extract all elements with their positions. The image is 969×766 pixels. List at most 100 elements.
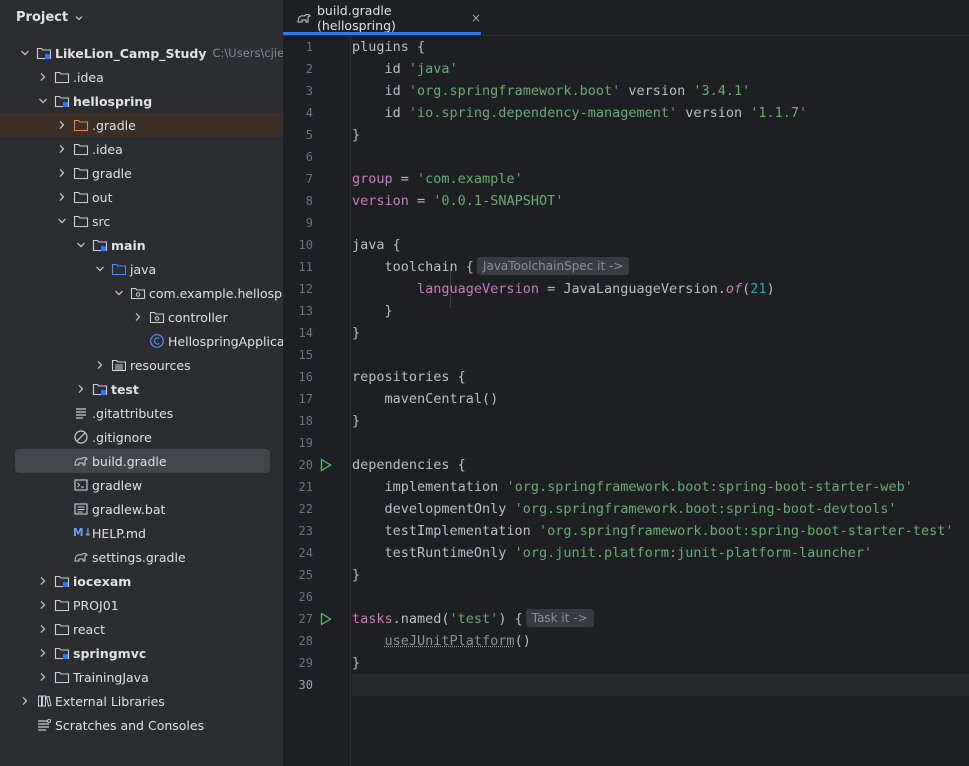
tree-item-package[interactable]: com.example.hellospring: [0, 281, 283, 305]
tree-item-dot-gradle[interactable]: .gradle: [0, 113, 283, 137]
code-token: implementation: [352, 479, 507, 495]
line-number: 13: [298, 304, 313, 318]
tree-item-label: out: [92, 189, 113, 205]
code-line: id 'org.springframework.boot' version '3…: [352, 80, 969, 102]
tree-item-help-md[interactable]: M↓ HELP.md: [0, 521, 283, 545]
code-token: }: [352, 303, 393, 319]
code-property: group: [352, 171, 393, 187]
chevron-down-icon[interactable]: [95, 264, 105, 274]
chevron-right-icon[interactable]: [38, 672, 48, 682]
chevron-down-icon[interactable]: [76, 240, 86, 250]
inlay-hint[interactable]: JavaToolchainSpec it ->: [476, 257, 630, 275]
code-token: =: [392, 171, 418, 187]
inlay-hint[interactable]: Task it ->: [525, 609, 594, 627]
code-deprecated-call: useJUnitPlatform: [384, 633, 515, 649]
chevron-right-icon[interactable]: [133, 312, 143, 322]
code-token: {: [408, 39, 426, 55]
line-number: 5: [305, 128, 313, 142]
scratches-icon: [36, 717, 52, 733]
module-folder-icon: [54, 93, 70, 109]
tree-item-main[interactable]: main: [0, 233, 283, 257]
code-line: id 'java': [352, 58, 969, 80]
tree-item-springmvc[interactable]: springmvc: [0, 641, 283, 665]
tree-item-java[interactable]: java: [0, 257, 283, 281]
tree-item-label: java: [130, 261, 157, 277]
code-token: }: [352, 325, 361, 341]
run-test-task-icon[interactable]: [320, 612, 332, 626]
code-token: id: [352, 105, 409, 121]
code-token: repositories {: [352, 369, 466, 385]
chevron-down-icon[interactable]: [38, 96, 48, 106]
chevron-down-icon[interactable]: [114, 288, 124, 298]
code-token: id: [352, 61, 409, 77]
chevron-down-icon[interactable]: [57, 216, 67, 226]
chevron-right-icon[interactable]: [57, 120, 67, 130]
tree-item-label: iocexam: [73, 573, 132, 589]
chevron-right-icon[interactable]: [57, 144, 67, 154]
tree-item-controller[interactable]: controller: [0, 305, 283, 329]
line-number: 11: [298, 260, 313, 274]
tree-item-trainingjava[interactable]: TrainingJava: [0, 665, 283, 689]
close-icon[interactable]: ×: [471, 11, 481, 25]
chevron-right-icon[interactable]: [38, 600, 48, 610]
module-folder-icon: [54, 645, 70, 661]
code-number: 21: [750, 281, 767, 297]
tree-item-iocexam[interactable]: iocexam: [0, 569, 283, 593]
code-string: 'org.springframework.boot:spring-boot-st…: [538, 523, 954, 539]
chevron-right-icon[interactable]: [38, 72, 48, 82]
tree-item-hellospring[interactable]: hellospring: [0, 89, 283, 113]
tree-item-likelion-camp-study[interactable]: LikeLion_Camp_Study C:\Users\cjien\L: [0, 41, 283, 65]
tree-item-external-libraries[interactable]: External Libraries: [0, 689, 283, 713]
tab-build-gradle[interactable]: build.gradle (hellospring) ×: [283, 0, 481, 36]
chevron-right-icon[interactable]: [76, 384, 86, 394]
chevron-right-icon[interactable]: [38, 576, 48, 586]
line-number: 4: [305, 106, 313, 120]
tree-item-gitattributes[interactable]: .gitattributes: [0, 401, 283, 425]
batch-file-icon: [73, 501, 89, 517]
line-number: 15: [298, 348, 313, 362]
tree-item-idea[interactable]: .idea: [0, 65, 283, 89]
tree-item-gitignore[interactable]: .gitignore: [0, 425, 283, 449]
line-number: 9: [305, 216, 313, 230]
code-line: }: [352, 564, 969, 586]
gradle-icon: [73, 549, 89, 565]
tree-item-label: build.gradle: [92, 453, 167, 469]
tree-item-proj01[interactable]: PROJ01: [0, 593, 283, 617]
chevron-right-icon[interactable]: [95, 360, 105, 370]
tree-item-build-gradle[interactable]: build.gradle: [15, 449, 270, 473]
line-number: 16: [298, 370, 313, 384]
code-line: plugins {: [352, 36, 969, 58]
tree-item-idea[interactable]: .idea: [0, 137, 283, 161]
chevron-right-icon[interactable]: [20, 696, 30, 706]
project-view-selector[interactable]: Project: [0, 0, 283, 34]
code-token: ): [766, 281, 775, 297]
project-path: C:\Users\cjien\L: [212, 46, 284, 60]
tree-item-gradle[interactable]: gradle: [0, 161, 283, 185]
tree-item-src[interactable]: src: [0, 209, 283, 233]
folder-icon: [73, 165, 89, 181]
chevron-right-icon[interactable]: [57, 192, 67, 202]
code-area[interactable]: plugins { id 'java' id 'org.springframew…: [352, 36, 969, 766]
tree-item-test[interactable]: test: [0, 377, 283, 401]
tree-item-react[interactable]: react: [0, 617, 283, 641]
run-dependencies-icon[interactable]: [320, 458, 332, 472]
chevron-right-icon[interactable]: [57, 168, 67, 178]
tree-item-scratches[interactable]: Scratches and Consoles: [0, 713, 283, 737]
tree-item-gradlew[interactable]: gradlew: [0, 473, 283, 497]
tree-item-resources[interactable]: resources: [0, 353, 283, 377]
tree-item-settings-gradle[interactable]: settings.gradle: [0, 545, 283, 569]
code-line: testImplementation 'org.springframework.…: [352, 520, 969, 542]
line-number: 20: [298, 458, 313, 472]
chevron-right-icon[interactable]: [38, 648, 48, 658]
code-line: dependencies {: [352, 454, 969, 476]
tree-item-hellospring-application[interactable]: HellospringApplication: [0, 329, 283, 353]
tree-item-out[interactable]: out: [0, 185, 283, 209]
chevron-right-icon[interactable]: [38, 624, 48, 634]
tree-item-label: .gradle: [92, 117, 136, 133]
project-title: Project: [16, 9, 69, 25]
line-number: 18: [298, 414, 313, 428]
code-string: '0.0.1-SNAPSHOT': [433, 193, 564, 209]
code-string: 'com.example': [417, 171, 523, 187]
tree-item-gradlew-bat[interactable]: gradlew.bat: [0, 497, 283, 521]
chevron-down-icon[interactable]: [20, 48, 30, 58]
